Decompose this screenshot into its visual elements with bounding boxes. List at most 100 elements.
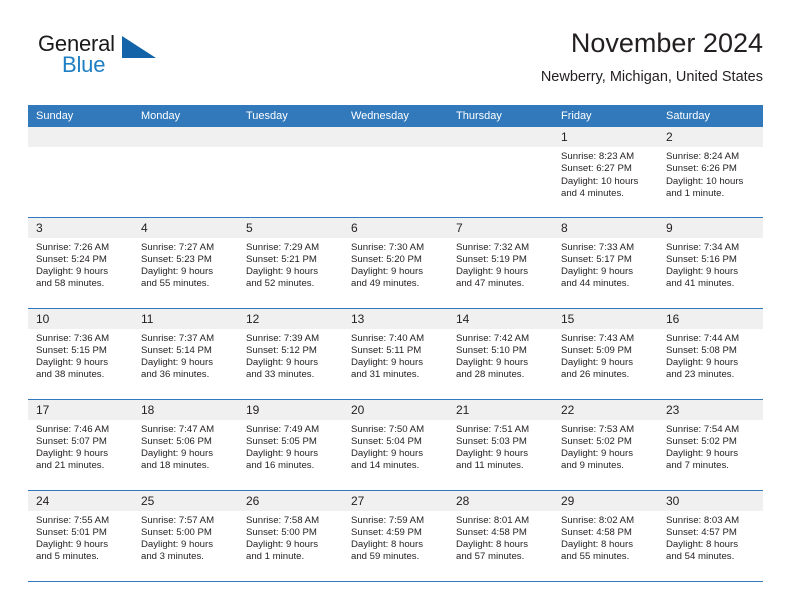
day-daylight-line1-text: Daylight: 9 hours	[141, 448, 213, 460]
day-sunrise-text: Sunrise: 8:02 AM	[561, 514, 635, 526]
day-number	[343, 127, 448, 147]
day-daylight-line2-text: and 18 minutes.	[141, 460, 210, 472]
calendar-day-cell[interactable]: 21 Sunrise: 7:51 AM Sunset: 5:03 PM Dayligh…	[448, 399, 553, 491]
calendar-day-cell[interactable]: 11 Sunrise: 7:37 AM Sunset: 5:14 PM Dayligh…	[133, 308, 238, 400]
calendar-week-row: 24 Sunrise: 7:55 AM Sunset: 5:01 PM Dayligh…	[28, 490, 763, 582]
day-sunset-text: Sunset: 5:06 PM	[141, 435, 212, 447]
day-daylight-line2-text: and 52 minutes.	[246, 278, 315, 290]
day-daylight-line2-text: and 41 minutes.	[666, 278, 735, 290]
weekday-header-thursday: Thursday	[448, 105, 553, 127]
day-sunrise-text: Sunrise: 7:29 AM	[246, 241, 320, 253]
day-daylight-line1-text: Daylight: 9 hours	[246, 539, 318, 551]
calendar-day-cell[interactable]: 8 Sunrise: 7:33 AM Sunset: 5:17 PM Daylight…	[553, 217, 658, 309]
day-sunrise-text: Sunrise: 7:33 AM	[561, 241, 635, 253]
calendar-day-cell[interactable]: 22 Sunrise: 7:53 AM Sunset: 5:02 PM Dayligh…	[553, 399, 658, 491]
day-daylight-line2-text: and 58 minutes.	[36, 278, 105, 290]
calendar-day-cell[interactable]: 6 Sunrise: 7:30 AM Sunset: 5:20 PM Daylight…	[343, 217, 448, 309]
day-daylight-line1-text: Daylight: 9 hours	[36, 539, 108, 551]
day-sunset-text: Sunset: 5:02 PM	[561, 435, 632, 447]
calendar-day-cell[interactable]: 1 Sunrise: 8:23 AM Sunset: 6:27 PM Daylight…	[553, 127, 658, 218]
day-number: 19	[238, 399, 343, 420]
day-number: 3	[28, 217, 133, 238]
day-daylight-line2-text: and 7 minutes.	[666, 460, 729, 472]
day-sunrise-text: Sunrise: 7:34 AM	[666, 241, 740, 253]
day-sun-info: Sunrise: 8:01 AM Sunset: 4:58 PM Daylight:…	[448, 511, 553, 564]
calendar-day-cell[interactable]: 14 Sunrise: 7:42 AM Sunset: 5:10 PM Dayligh…	[448, 308, 553, 400]
day-sunset-text: Sunset: 4:58 PM	[456, 526, 527, 538]
day-sunset-text: Sunset: 6:27 PM	[561, 163, 632, 175]
weekday-header-wednesday: Wednesday	[343, 105, 448, 127]
day-sun-info: Sunrise: 7:32 AM Sunset: 5:19 PM Daylight:…	[448, 238, 553, 291]
day-daylight-line2-text: and 1 minute.	[666, 187, 725, 199]
day-daylight-line2-text: and 31 minutes.	[351, 369, 420, 381]
day-sunrise-text: Sunrise: 7:49 AM	[246, 423, 320, 435]
calendar-day-cell[interactable]: 17 Sunrise: 7:46 AM Sunset: 5:07 PM Dayligh…	[28, 399, 133, 491]
day-number: 1	[553, 127, 658, 147]
day-number: 21	[448, 399, 553, 420]
day-sunset-text: Sunset: 4:58 PM	[561, 526, 632, 538]
day-sunrise-text: Sunrise: 7:32 AM	[456, 241, 530, 253]
day-daylight-line1-text: Daylight: 9 hours	[351, 266, 423, 278]
day-daylight-line1-text: Daylight: 9 hours	[666, 448, 738, 460]
calendar-day-cell[interactable]: 20 Sunrise: 7:50 AM Sunset: 5:04 PM Dayligh…	[343, 399, 448, 491]
calendar-day-cell[interactable]: 18 Sunrise: 7:47 AM Sunset: 5:06 PM Dayligh…	[133, 399, 238, 491]
calendar-day-cell[interactable]: 19 Sunrise: 7:49 AM Sunset: 5:05 PM Dayligh…	[238, 399, 343, 491]
day-sunrise-text: Sunrise: 7:42 AM	[456, 332, 530, 344]
calendar-week-row: 17 Sunrise: 7:46 AM Sunset: 5:07 PM Dayligh…	[28, 399, 763, 491]
calendar-day-cell[interactable]: 4 Sunrise: 7:27 AM Sunset: 5:23 PM Daylight…	[133, 217, 238, 309]
day-daylight-line2-text: and 4 minutes.	[561, 187, 624, 199]
calendar-header-row: Sunday Monday Tuesday Wednesday Thursday…	[28, 105, 763, 127]
day-sun-info: Sunrise: 7:30 AM Sunset: 5:20 PM Daylight:…	[343, 238, 448, 291]
day-sun-info: Sunrise: 7:46 AM Sunset: 5:07 PM Daylight:…	[28, 420, 133, 473]
calendar-day-cell[interactable]: 15 Sunrise: 7:43 AM Sunset: 5:09 PM Dayligh…	[553, 308, 658, 400]
day-daylight-line1-text: Daylight: 8 hours	[351, 539, 423, 551]
day-sunrise-text: Sunrise: 7:36 AM	[36, 332, 110, 344]
calendar-day-cell[interactable]: 16 Sunrise: 7:44 AM Sunset: 5:08 PM Dayligh…	[658, 308, 763, 400]
day-sunrise-text: Sunrise: 7:50 AM	[351, 423, 425, 435]
day-sunset-text: Sunset: 4:59 PM	[351, 526, 422, 538]
day-sunrise-text: Sunrise: 7:59 AM	[351, 514, 425, 526]
day-daylight-line1-text: Daylight: 9 hours	[561, 266, 633, 278]
day-number: 18	[133, 399, 238, 420]
day-sun-info: Sunrise: 8:24 AM Sunset: 6:26 PM Daylight:…	[658, 147, 763, 200]
calendar-day-cell[interactable]: 9 Sunrise: 7:34 AM Sunset: 5:16 PM Daylight…	[658, 217, 763, 309]
calendar-day-cell[interactable]: 28 Sunrise: 8:01 AM Sunset: 4:58 PM Dayligh…	[448, 490, 553, 582]
calendar-day-cell[interactable]: 30 Sunrise: 8:03 AM Sunset: 4:57 PM Dayligh…	[658, 490, 763, 582]
day-daylight-line1-text: Daylight: 9 hours	[456, 357, 528, 369]
calendar-day-cell[interactable]: 29 Sunrise: 8:02 AM Sunset: 4:58 PM Dayligh…	[553, 490, 658, 582]
calendar-day-cell[interactable]: 25 Sunrise: 7:57 AM Sunset: 5:00 PM Dayligh…	[133, 490, 238, 582]
day-number: 24	[28, 490, 133, 511]
calendar-day-cell[interactable]: 27 Sunrise: 7:59 AM Sunset: 4:59 PM Dayligh…	[343, 490, 448, 582]
day-sunrise-text: Sunrise: 7:46 AM	[36, 423, 110, 435]
calendar-day-cell[interactable]: 24 Sunrise: 7:55 AM Sunset: 5:01 PM Dayligh…	[28, 490, 133, 582]
calendar-day-cell[interactable]: 23 Sunrise: 7:54 AM Sunset: 5:02 PM Dayligh…	[658, 399, 763, 491]
day-sun-info: Sunrise: 7:54 AM Sunset: 5:02 PM Daylight:…	[658, 420, 763, 473]
day-daylight-line1-text: Daylight: 9 hours	[456, 448, 528, 460]
day-sunset-text: Sunset: 5:09 PM	[561, 344, 632, 356]
calendar-day-cell[interactable]: 5 Sunrise: 7:29 AM Sunset: 5:21 PM Daylight…	[238, 217, 343, 309]
calendar-day-cell[interactable]: 12 Sunrise: 7:39 AM Sunset: 5:12 PM Dayligh…	[238, 308, 343, 400]
brand-logo[interactable]: General Blue	[28, 32, 258, 88]
calendar-body: 1 Sunrise: 8:23 AM Sunset: 6:27 PM Daylight…	[28, 127, 763, 582]
day-sun-info: Sunrise: 8:02 AM Sunset: 4:58 PM Daylight:…	[553, 511, 658, 564]
weekday-header-sunday: Sunday	[28, 105, 133, 127]
day-daylight-line2-text: and 21 minutes.	[36, 460, 105, 472]
day-daylight-line2-text: and 57 minutes.	[456, 551, 525, 563]
calendar-week-row: 1 Sunrise: 8:23 AM Sunset: 6:27 PM Daylight…	[28, 127, 763, 218]
day-sunset-text: Sunset: 5:14 PM	[141, 344, 212, 356]
day-daylight-line1-text: Daylight: 8 hours	[456, 539, 528, 551]
day-daylight-line1-text: Daylight: 9 hours	[666, 357, 738, 369]
day-sun-info: Sunrise: 7:34 AM Sunset: 5:16 PM Daylight:…	[658, 238, 763, 291]
day-daylight-line2-text: and 14 minutes.	[351, 460, 420, 472]
calendar-day-cell[interactable]: 10 Sunrise: 7:36 AM Sunset: 5:15 PM Dayligh…	[28, 308, 133, 400]
calendar-day-cell[interactable]: 3 Sunrise: 7:26 AM Sunset: 5:24 PM Daylight…	[28, 217, 133, 309]
calendar-day-cell[interactable]: 2 Sunrise: 8:24 AM Sunset: 6:26 PM Daylight…	[658, 127, 763, 218]
calendar-day-cell[interactable]: 7 Sunrise: 7:32 AM Sunset: 5:19 PM Daylight…	[448, 217, 553, 309]
day-sunset-text: Sunset: 5:00 PM	[246, 526, 317, 538]
calendar-day-cell[interactable]: 13 Sunrise: 7:40 AM Sunset: 5:11 PM Dayligh…	[343, 308, 448, 400]
calendar-day-cell[interactable]: 26 Sunrise: 7:58 AM Sunset: 5:00 PM Dayligh…	[238, 490, 343, 582]
day-number: 14	[448, 308, 553, 329]
day-daylight-line2-text: and 23 minutes.	[666, 369, 735, 381]
day-daylight-line1-text: Daylight: 9 hours	[246, 357, 318, 369]
page-subtitle: Newberry, Michigan, United States	[540, 69, 763, 85]
